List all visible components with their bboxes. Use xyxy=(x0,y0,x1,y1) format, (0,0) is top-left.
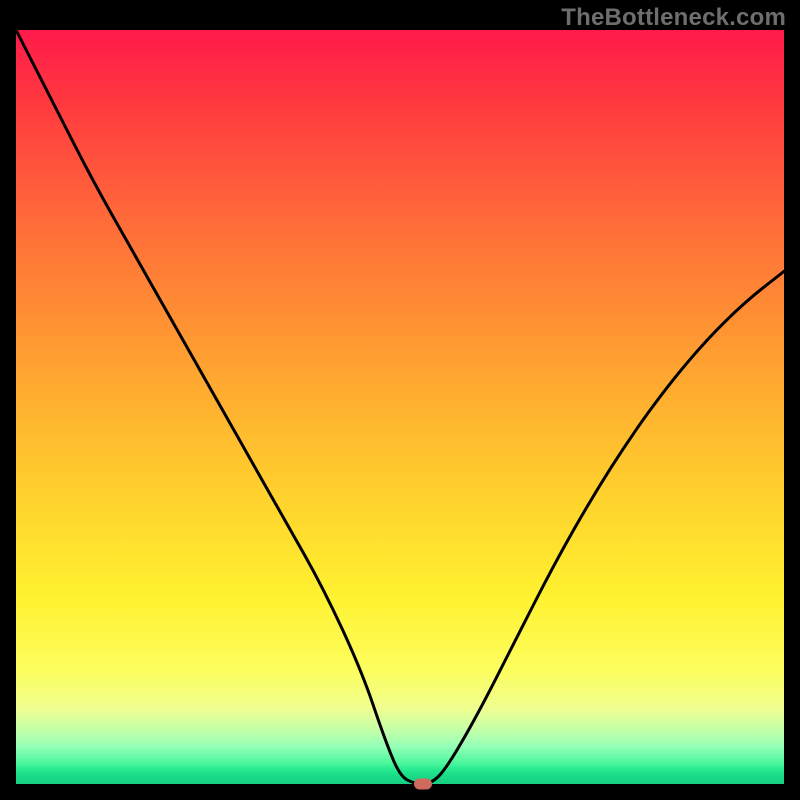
optimal-marker xyxy=(414,779,432,790)
chart-frame: TheBottleneck.com xyxy=(0,0,800,800)
curve-path xyxy=(16,30,784,784)
watermark-text: TheBottleneck.com xyxy=(561,4,786,32)
bottleneck-curve xyxy=(16,30,784,784)
plot-area-border xyxy=(16,30,784,784)
